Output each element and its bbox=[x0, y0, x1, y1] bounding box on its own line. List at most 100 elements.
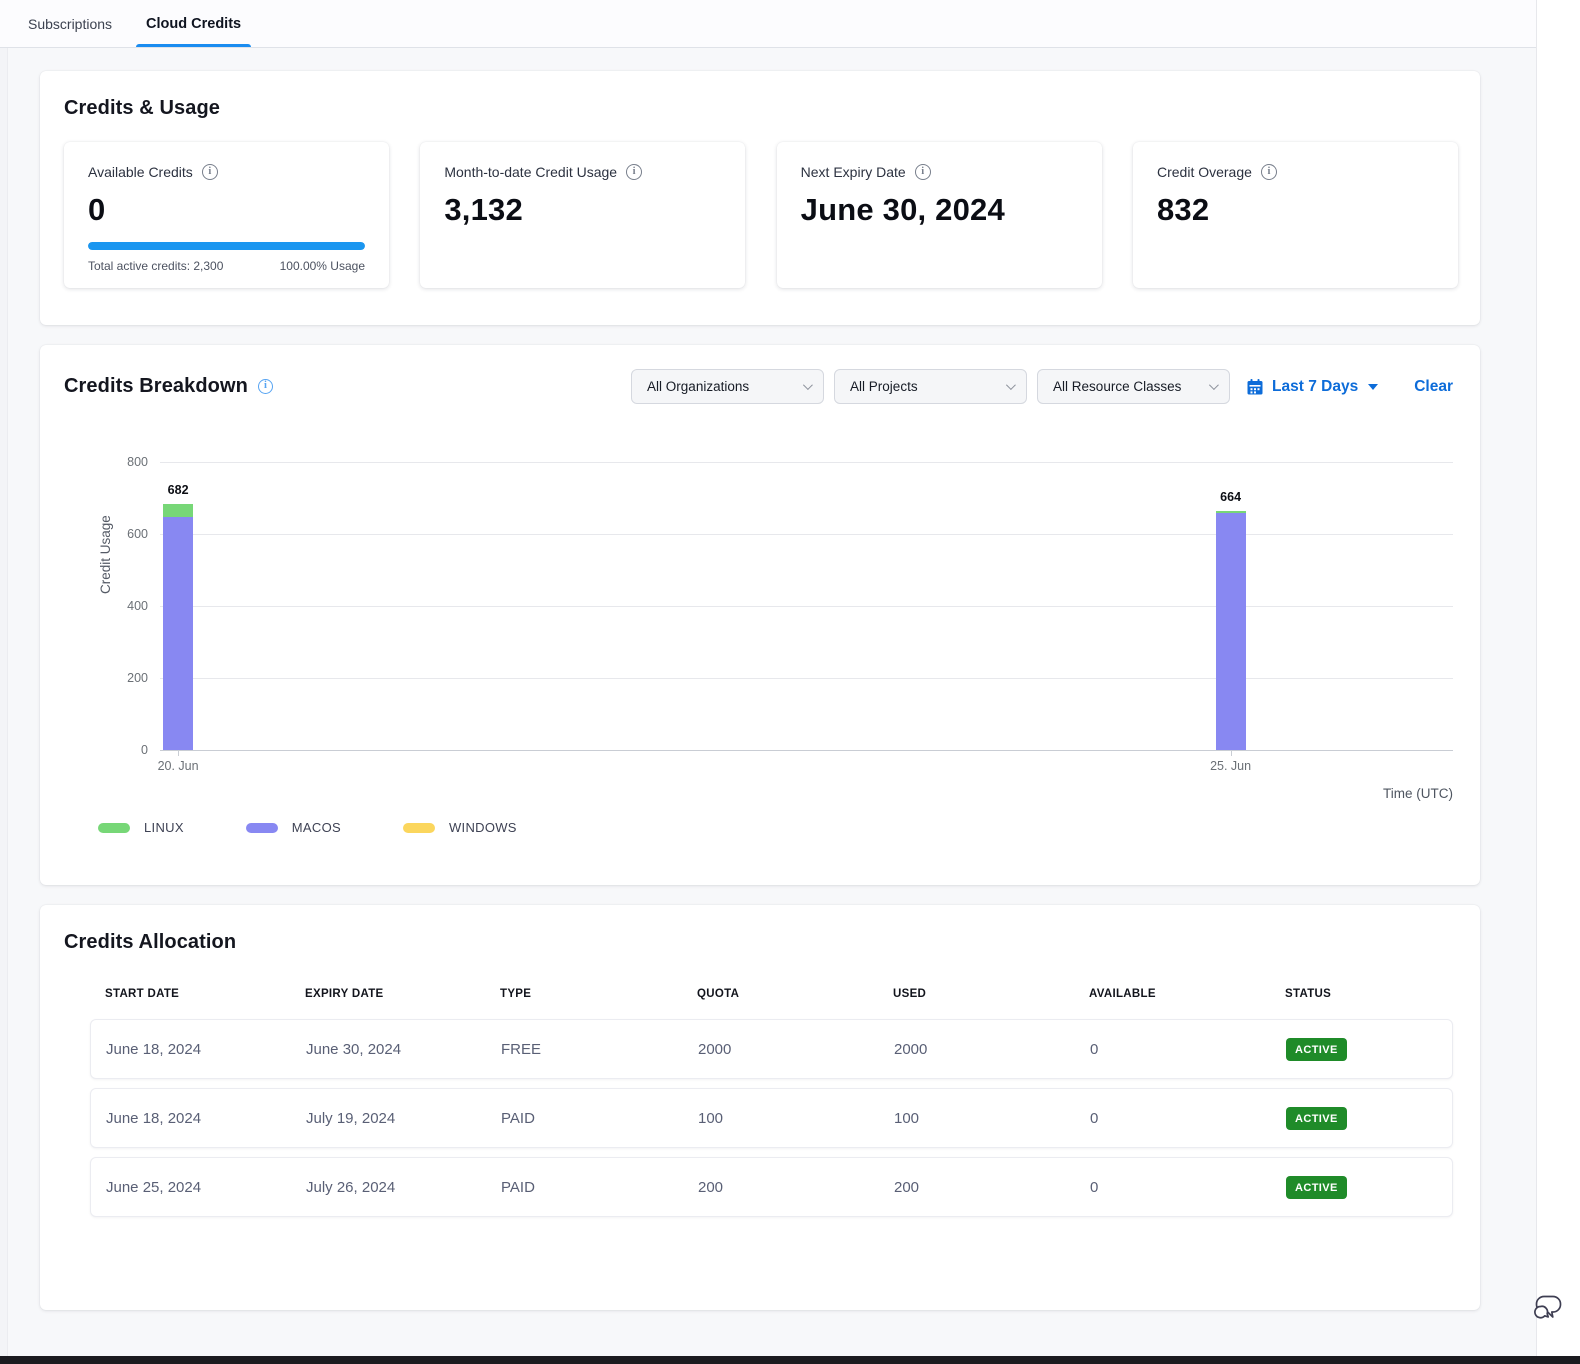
cell-used: 200 bbox=[894, 1179, 1090, 1196]
info-icon-blue[interactable]: i bbox=[258, 379, 273, 394]
x-axis-tick bbox=[178, 750, 179, 756]
table-row[interactable]: June 18, 2024 June 30, 2024 FREE 2000 20… bbox=[90, 1019, 1453, 1079]
organizations-select[interactable]: All Organizations bbox=[631, 369, 824, 404]
cell-quota: 2000 bbox=[698, 1041, 894, 1058]
table-row[interactable]: June 25, 2024 July 26, 2024 PAID 200 200… bbox=[90, 1157, 1453, 1217]
legend-swatch-linux bbox=[98, 823, 130, 833]
breakdown-filters: All Organizations All Projects All Resou… bbox=[631, 369, 1453, 404]
bar-segment-macos bbox=[163, 517, 193, 750]
table-row[interactable]: June 18, 2024 July 19, 2024 PAID 100 100… bbox=[90, 1088, 1453, 1148]
next-expiry-label: Next Expiry Date bbox=[801, 164, 906, 180]
legend-label: LINUX bbox=[144, 820, 184, 835]
credits-allocation-table: START DATE EXPIRY DATE TYPE QUOTA USED A… bbox=[90, 988, 1453, 1217]
active-tab-underline bbox=[136, 44, 251, 47]
status-badge: ACTIVE bbox=[1286, 1038, 1347, 1061]
chart-bar[interactable]: 664 bbox=[1216, 511, 1246, 750]
cell-available: 0 bbox=[1090, 1041, 1286, 1058]
chart-y-axis-title: Credit Usage bbox=[98, 515, 113, 594]
credits-usage-section: Credits & Usage Available Credits i 0 To… bbox=[40, 71, 1480, 325]
cell-quota: 200 bbox=[698, 1179, 894, 1196]
status-badge: ACTIVE bbox=[1286, 1176, 1347, 1199]
mtd-usage-value: 3,132 bbox=[444, 192, 721, 228]
column-header-available: AVAILABLE bbox=[1089, 988, 1285, 1000]
cell-type: PAID bbox=[501, 1110, 698, 1127]
column-header-status: STATUS bbox=[1285, 988, 1453, 1000]
chart-gridline bbox=[160, 678, 1453, 679]
bar-segment-linux bbox=[163, 504, 193, 517]
chart-gridline bbox=[160, 534, 1453, 535]
date-range-picker[interactable]: Last 7 Days bbox=[1246, 378, 1378, 396]
status-badge: ACTIVE bbox=[1286, 1107, 1347, 1130]
legend-item-windows[interactable]: WINDOWS bbox=[403, 820, 517, 835]
cell-type: PAID bbox=[501, 1179, 698, 1196]
cell-expiry-date: July 19, 2024 bbox=[306, 1110, 501, 1127]
cell-available: 0 bbox=[1090, 1110, 1286, 1127]
left-gutter bbox=[0, 48, 8, 1356]
stat-card-next-expiry: Next Expiry Date i June 30, 2024 bbox=[777, 142, 1102, 288]
projects-select-value: All Projects bbox=[850, 379, 918, 394]
table-header-row: START DATE EXPIRY DATE TYPE QUOTA USED A… bbox=[90, 988, 1453, 1000]
column-header-type: TYPE bbox=[500, 988, 697, 1000]
main-content-area: Subscriptions Cloud Credits Credits & Us… bbox=[0, 0, 1537, 1356]
tab-bar: Subscriptions Cloud Credits bbox=[0, 0, 1536, 48]
stat-card-mtd-usage: Month-to-date Credit Usage i 3,132 bbox=[420, 142, 745, 288]
tab-cloud-credits[interactable]: Cloud Credits bbox=[140, 0, 247, 47]
x-axis-tick-label: 25. Jun bbox=[1210, 759, 1251, 773]
resource-classes-select[interactable]: All Resource Classes bbox=[1037, 369, 1230, 404]
y-axis-tick-label: 200 bbox=[127, 671, 148, 685]
column-header-used: USED bbox=[893, 988, 1089, 1000]
cell-used: 2000 bbox=[894, 1041, 1090, 1058]
info-icon[interactable]: i bbox=[626, 164, 642, 180]
total-active-credits-text: Total active credits: 2,300 bbox=[88, 259, 223, 273]
tab-subscriptions[interactable]: Subscriptions bbox=[22, 0, 118, 47]
credits-breakdown-section: Credits Breakdown i All Organizations Al… bbox=[40, 345, 1480, 885]
y-axis-tick-label: 600 bbox=[127, 527, 148, 541]
chevron-down-icon bbox=[1209, 380, 1219, 390]
cell-expiry-date: July 26, 2024 bbox=[306, 1179, 501, 1196]
cell-quota: 100 bbox=[698, 1110, 894, 1127]
caret-down-icon bbox=[1368, 384, 1378, 390]
chart-x-axis-title: Time (UTC) bbox=[1383, 786, 1453, 801]
clear-filters-button[interactable]: Clear bbox=[1414, 378, 1453, 396]
cell-type: FREE bbox=[501, 1041, 698, 1058]
chart-gridline bbox=[160, 750, 1453, 751]
chart-legend: LINUX MACOS WINDOWS bbox=[98, 820, 1453, 835]
projects-select[interactable]: All Projects bbox=[834, 369, 1027, 404]
legend-label: MACOS bbox=[292, 820, 341, 835]
organizations-select-value: All Organizations bbox=[647, 379, 749, 394]
credits-progress-track bbox=[88, 242, 365, 250]
resource-classes-select-value: All Resource Classes bbox=[1053, 379, 1181, 394]
x-axis-tick-label: 20. Jun bbox=[158, 759, 199, 773]
credit-overage-label: Credit Overage bbox=[1157, 164, 1252, 180]
credits-usage-title: Credits & Usage bbox=[64, 97, 1458, 120]
x-axis-tick bbox=[1231, 750, 1232, 756]
column-header-expiry-date: EXPIRY DATE bbox=[305, 988, 500, 1000]
info-icon[interactable]: i bbox=[202, 164, 218, 180]
stat-card-available-credits: Available Credits i 0 Total active credi… bbox=[64, 142, 389, 288]
legend-swatch-windows bbox=[403, 823, 435, 833]
info-icon[interactable]: i bbox=[1261, 164, 1277, 180]
credit-overage-value: 832 bbox=[1157, 192, 1434, 228]
chevron-down-icon bbox=[1006, 380, 1016, 390]
y-axis-tick-label: 0 bbox=[141, 743, 148, 757]
credits-allocation-title: Credits Allocation bbox=[64, 931, 1453, 954]
chart-gridline bbox=[160, 462, 1453, 463]
bottom-window-edge bbox=[0, 1356, 1580, 1364]
support-chat-button[interactable] bbox=[1528, 1288, 1566, 1326]
chart-gridline bbox=[160, 606, 1453, 607]
legend-item-macos[interactable]: MACOS bbox=[246, 820, 341, 835]
legend-swatch-macos bbox=[246, 823, 278, 833]
credits-breakdown-title: Credits Breakdown bbox=[64, 375, 248, 398]
bar-segment-macos bbox=[1216, 513, 1246, 750]
bar-value-label: 682 bbox=[168, 483, 189, 497]
stat-card-credit-overage: Credit Overage i 832 bbox=[1133, 142, 1458, 288]
stat-card-grid: Available Credits i 0 Total active credi… bbox=[64, 142, 1458, 288]
info-icon[interactable]: i bbox=[915, 164, 931, 180]
next-expiry-value: June 30, 2024 bbox=[801, 192, 1078, 228]
table-body: June 18, 2024 June 30, 2024 FREE 2000 20… bbox=[90, 1019, 1453, 1217]
chevron-down-icon bbox=[803, 380, 813, 390]
legend-item-linux[interactable]: LINUX bbox=[98, 820, 184, 835]
credits-progress-fill bbox=[88, 242, 365, 250]
credit-usage-chart: Credit Usage 020040060080068220. Jun6642… bbox=[64, 454, 1453, 806]
chart-bar[interactable]: 682 bbox=[163, 504, 193, 750]
